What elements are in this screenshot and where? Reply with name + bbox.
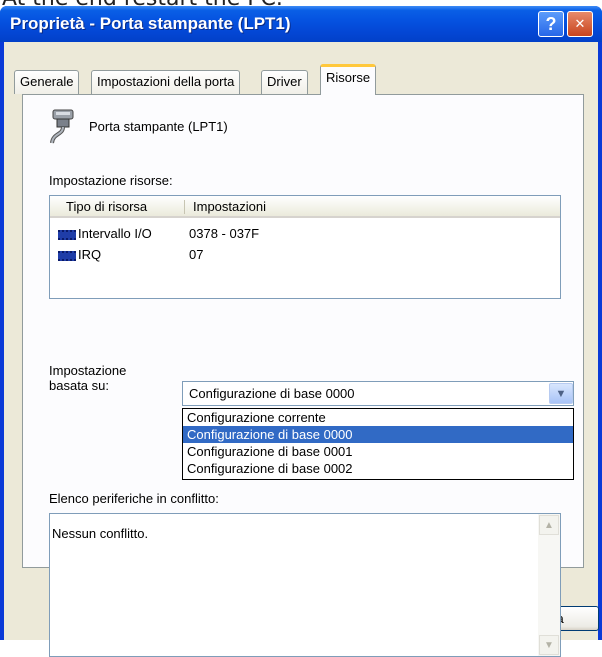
conflicts-label: Elenco periferiche in conflitto: [49, 491, 219, 506]
config-selected-value: Configurazione di base 0000 [189, 386, 355, 401]
title-bar[interactable]: Proprietà - Porta stampante (LPT1) ? ✕ [0, 6, 602, 42]
table-row[interactable]: IRQ 07 [58, 247, 538, 267]
config-dropdown-list[interactable]: Configurazione corrente Configurazione d… [182, 408, 574, 480]
tab-driver[interactable]: Driver [261, 70, 308, 94]
column-separator[interactable] [184, 200, 185, 214]
properties-window: Proprietà - Porta stampante (LPT1) ? ✕ G… [0, 6, 602, 657]
scroll-down-icon[interactable]: ▼ [539, 635, 559, 655]
window-title: Proprietà - Porta stampante (LPT1) [10, 14, 291, 33]
column-header-tipo[interactable]: Tipo di risorsa [66, 199, 147, 214]
close-button[interactable]: ✕ [567, 11, 593, 37]
dropdown-option[interactable]: Configurazione di base 0002 [183, 460, 573, 477]
dropdown-option-selected[interactable]: Configurazione di base 0000 [183, 426, 573, 443]
tab-panel-risorse: Porta stampante (LPT1) Impostazione riso… [22, 94, 584, 657]
column-header-impostazioni[interactable]: Impostazioni [193, 199, 266, 214]
chip-icon [58, 230, 76, 240]
device-name: Porta stampante (LPT1) [89, 119, 228, 134]
parallel-port-icon [47, 109, 79, 145]
resource-list-header: Tipo di risorsa Impostazioni [50, 196, 560, 218]
conflict-list[interactable]: Nessun conflitto. ▲ ▼ [49, 513, 561, 657]
config-label-line2: basata su: [49, 378, 109, 393]
resource-type: IRQ [78, 247, 102, 262]
dropdown-option[interactable]: Configurazione di base 0001 [183, 443, 573, 460]
chip-icon [58, 251, 76, 261]
resource-type: Intervallo I/O [78, 226, 152, 241]
resource-list[interactable]: Tipo di risorsa Impostazioni Intervallo … [49, 195, 561, 299]
dropdown-option[interactable]: Configurazione corrente [183, 409, 573, 426]
config-label: Impostazione basata su: [49, 363, 126, 393]
tab-impostazioni-porta[interactable]: Impostazioni della porta [91, 70, 241, 94]
resource-value: 07 [189, 247, 204, 262]
chevron-down-icon[interactable]: ▼ [549, 383, 573, 404]
help-button[interactable]: ? [538, 11, 564, 37]
tab-risorse[interactable]: Risorse [320, 64, 377, 95]
config-combobox[interactable]: Configurazione di base 0000 ▼ [182, 381, 574, 406]
scroll-up-icon[interactable]: ▲ [539, 515, 559, 535]
resources-label: Impostazione risorse: [49, 173, 173, 188]
config-label-line1: Impostazione [49, 363, 127, 378]
table-row[interactable]: Intervallo I/O 0378 - 037F [58, 226, 538, 246]
conflict-text: Nessun conflitto. [52, 526, 149, 541]
vertical-scrollbar[interactable]: ▲ ▼ [538, 514, 560, 656]
resource-value: 0378 - 037F [189, 226, 260, 241]
dialog-client-area: Generale Impostazioni della porta Driver… [4, 42, 599, 657]
tab-generale[interactable]: Generale [14, 70, 80, 94]
